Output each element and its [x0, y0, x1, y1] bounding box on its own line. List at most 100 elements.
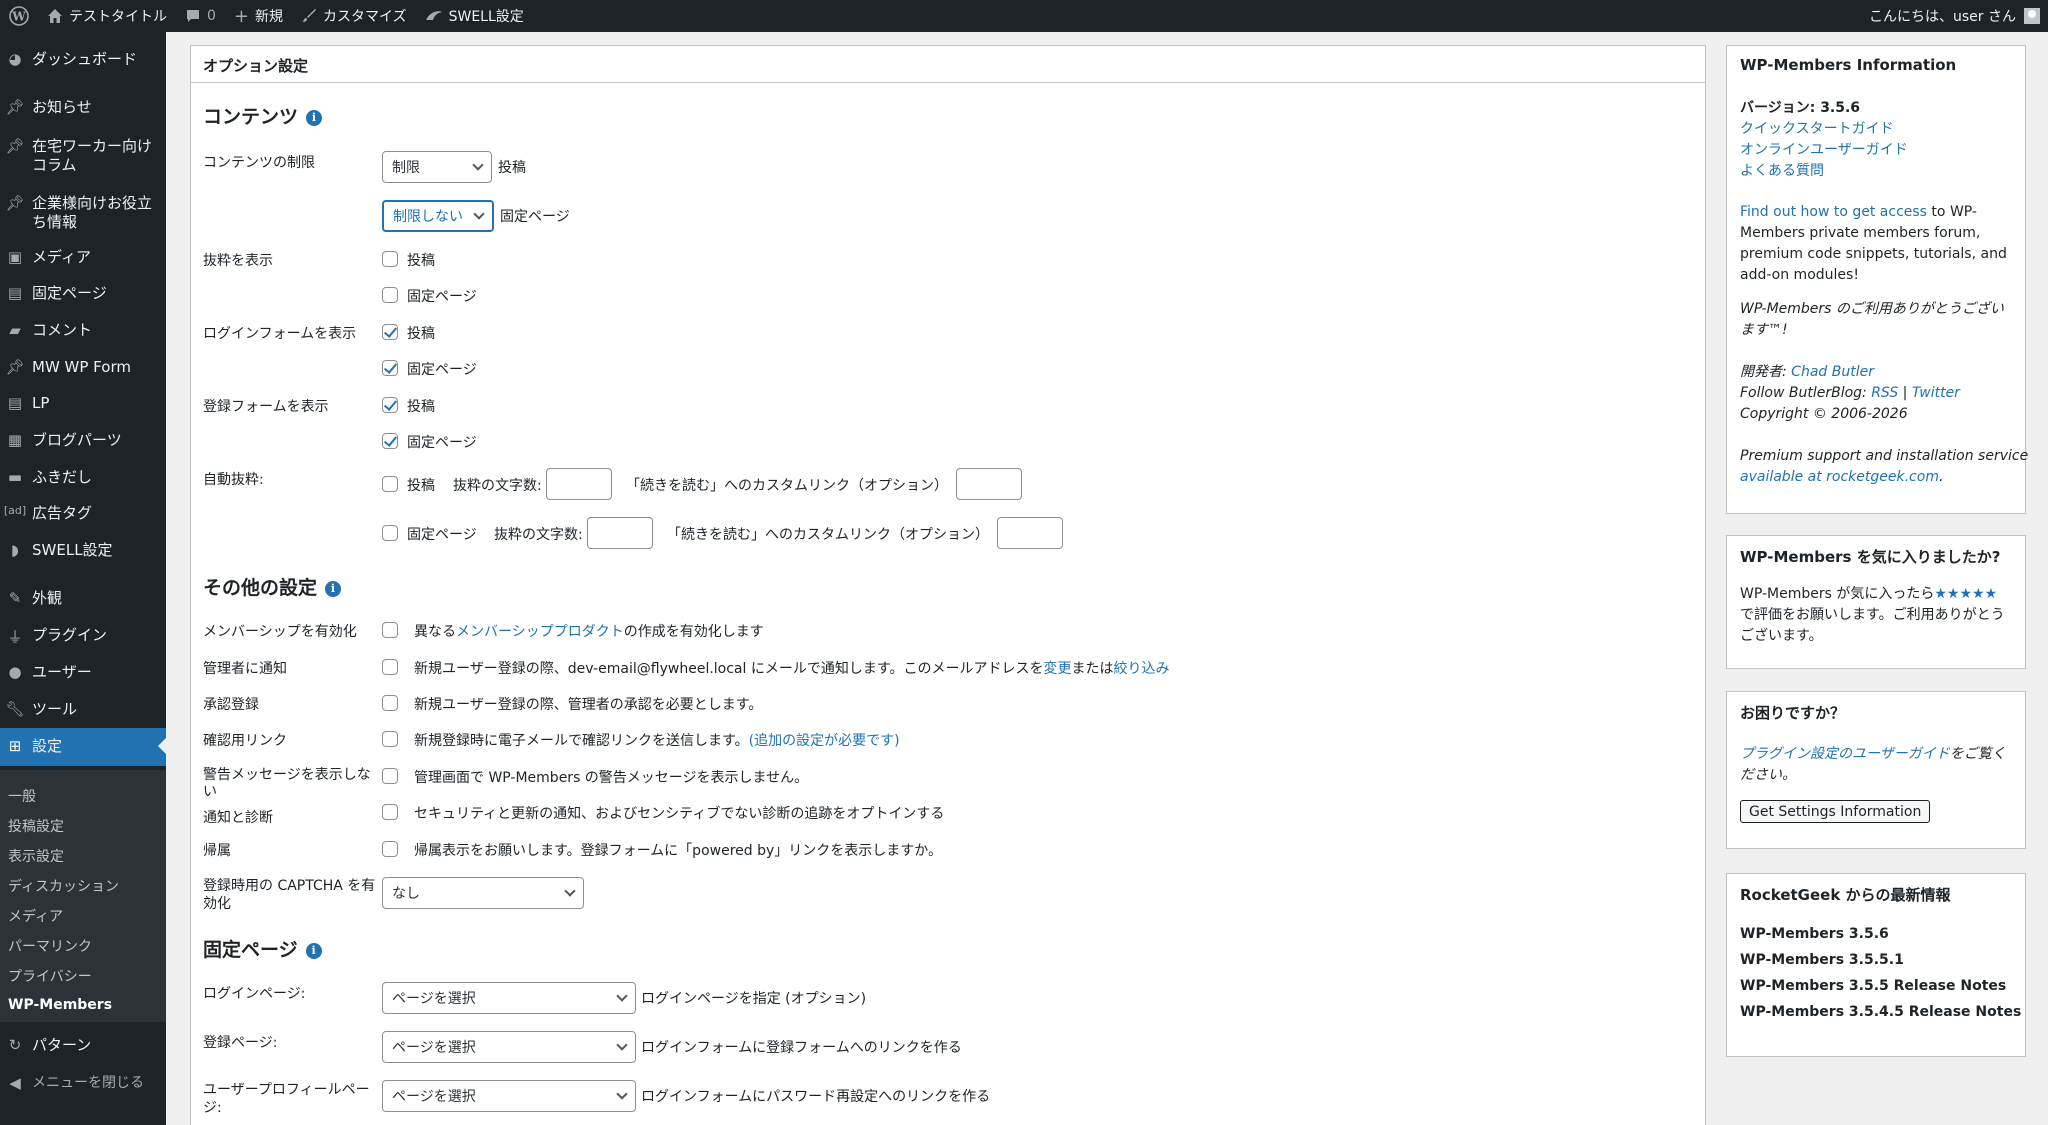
submenu-wp-members[interactable]: WP-Members	[8, 997, 112, 1013]
submenu-media[interactable]: メディア	[8, 906, 63, 926]
get-settings-info-button[interactable]: Get Settings Information	[1740, 800, 1931, 823]
auto-excerpt-posts-checkbox[interactable]	[382, 476, 398, 492]
new-content-link[interactable]: + 新規	[225, 0, 292, 32]
news-item[interactable]: WP-Members 3.5.5.1	[1740, 950, 1904, 971]
news-box-title: RocketGeek からの最新情報	[1740, 886, 1951, 904]
new-label: 新規	[255, 9, 284, 25]
comment-icon	[187, 10, 199, 22]
profile-page-select[interactable]: ページを選択	[382, 1080, 636, 1112]
my-account[interactable]: こんにちは、user さん	[1869, 6, 2048, 26]
divider	[191, 82, 1705, 83]
warning-checkbox[interactable]	[382, 768, 398, 784]
submenu-general[interactable]: 一般	[8, 786, 36, 806]
site-name-link[interactable]: テストタイトル	[38, 0, 176, 32]
menu-lp[interactable]: ▤ LP	[0, 394, 166, 413]
read-more-posts-input[interactable]	[956, 468, 1022, 500]
read-more-pages-input[interactable]	[997, 517, 1063, 549]
excerpt-length-posts-input[interactable]	[546, 468, 612, 500]
menu-mw-wp-form[interactable]: 📌︎ MW WP Form	[0, 358, 166, 377]
other-section-title: その他の設定 i	[203, 573, 342, 600]
admin-menu: ◕ ダッシュボード 📌︎ お知らせ 📌︎ 在宅ワーカー向けコラム 📌︎ 企業様向けお役立…	[0, 32, 166, 1125]
menu-dashboard[interactable]: ◕ ダッシュボード	[0, 50, 166, 69]
news-item[interactable]: WP-Members 3.5.4.5 Release Notes	[1740, 1002, 2021, 1023]
quickstart-link[interactable]: クイックスタートガイド	[1740, 119, 1894, 140]
menu-appearance[interactable]: ✎ 外観	[0, 589, 166, 608]
menu-pages[interactable]: ▤ 固定ページ	[0, 284, 166, 303]
register-pages-checkbox[interactable]	[382, 433, 398, 449]
excerpt-length-pages-input[interactable]	[587, 517, 653, 549]
pin-icon: 📌︎	[5, 137, 25, 155]
twitter-link[interactable]: Twitter	[1912, 385, 1960, 401]
customize-link[interactable]: カスタマイズ	[292, 0, 416, 32]
auto-excerpt-pages-checkbox[interactable]	[382, 525, 398, 541]
menu-patterns[interactable]: ↻ パターン	[0, 1036, 166, 1055]
news-item[interactable]: WP-Members 3.5.6	[1740, 924, 1889, 945]
rocketgeek-link[interactable]: available at rocketgeek.com	[1740, 469, 1939, 485]
comments-link[interactable]: 0	[176, 0, 225, 32]
menu-users[interactable]: ● ユーザー	[0, 663, 166, 682]
excerpt-chars-label: 抜粋の文字数:	[453, 478, 542, 494]
menu-ad-tags[interactable]: [ad] 広告タグ	[0, 504, 166, 523]
notify-admin-checkbox[interactable]	[382, 659, 398, 675]
developer-link[interactable]: Chad Butler	[1791, 364, 1874, 380]
login-page-select[interactable]: ページを選択	[382, 982, 636, 1014]
login-posts-checkbox[interactable]	[382, 324, 398, 340]
menu-corporate[interactable]: 📌︎ 企業様向けお役立ち情報	[0, 194, 166, 232]
login-pages-checkbox[interactable]	[382, 360, 398, 376]
additional-settings-link[interactable]: (追加の設定が必要です)	[749, 733, 900, 749]
membership-checkbox[interactable]	[382, 622, 398, 638]
restrict-posts-select[interactable]: 制限	[382, 151, 492, 183]
menu-news[interactable]: 📌︎ お知らせ	[0, 98, 166, 117]
settings-guide-link[interactable]: プラグイン設定のユーザーガイド	[1740, 746, 1950, 762]
user-guide-link[interactable]: オンラインユーザーガイド	[1740, 140, 1908, 161]
submenu-writing[interactable]: 投稿設定	[8, 816, 64, 836]
collapse-menu-button[interactable]: ◀ メニューを閉じる	[0, 1074, 166, 1093]
rating-stars-link[interactable]: ★★★★★	[1934, 586, 1997, 602]
attribution-checkbox[interactable]	[382, 841, 398, 857]
menu-fukidashi[interactable]: ▬ ふきだし	[0, 468, 166, 487]
swell-settings-link[interactable]: SWELL設定	[416, 0, 533, 32]
page-icon: ▤	[7, 394, 23, 412]
menu-tools[interactable]: 🔧︎ ツール	[0, 700, 166, 719]
membership-products-link[interactable]: メンバーシッププロダクト	[456, 624, 624, 640]
submenu-permalinks[interactable]: パーマリンク	[8, 936, 92, 956]
faq-link[interactable]: よくある質問	[1740, 161, 1824, 182]
register-page-select[interactable]: ページを選択	[382, 1031, 636, 1063]
confirm-link-checkbox[interactable]	[382, 731, 398, 747]
developer-text: 開発者: Chad Butler	[1740, 364, 1874, 380]
menu-settings[interactable]: ⊞ 設定	[0, 728, 166, 766]
info-icon[interactable]: i	[306, 110, 323, 126]
submenu-discussion[interactable]: ディスカッション	[8, 876, 119, 896]
menu-plugins[interactable]: ⏚ プラグイン	[0, 626, 166, 647]
access-text: Find out how to get access to WP- Members…	[1740, 204, 2007, 283]
excerpt-pages-checkbox[interactable]	[382, 287, 398, 303]
filter-email-link[interactable]: 絞り込み	[1113, 661, 1169, 677]
access-link[interactable]: Find out how to get access	[1740, 204, 1927, 220]
register-posts-checkbox[interactable]	[382, 397, 398, 413]
svg-text:W: W	[11, 10, 26, 24]
wordpress-logo-button[interactable]: W	[0, 0, 38, 32]
menu-blog-parts[interactable]: ▦ ブログパーツ	[0, 431, 166, 450]
membership-desc: 異なるメンバーシッププロダクトの作成を有効化します	[414, 624, 764, 640]
diagnostics-checkbox[interactable]	[382, 804, 398, 820]
menu-media[interactable]: ▣ メディア	[0, 248, 166, 267]
submenu-privacy[interactable]: プライバシー	[8, 966, 92, 986]
change-email-link[interactable]: 変更	[1043, 661, 1071, 677]
menu-swell-settings[interactable]: ◗ SWELL設定	[0, 541, 166, 560]
restrict-pages-select[interactable]: 制限しない	[382, 200, 494, 232]
rss-link[interactable]: RSS	[1871, 385, 1898, 401]
info-icon[interactable]: i	[305, 943, 322, 959]
help-box: お困りですか？ プラグイン設定のユーザーガイドをご覧く ださい。 Get Sett…	[1726, 691, 2026, 849]
news-item[interactable]: WP-Members 3.5.5 Release Notes	[1740, 976, 2006, 997]
chevron-down-icon	[616, 989, 628, 1002]
menu-comments[interactable]: ▰ コメント	[0, 321, 166, 340]
info-icon[interactable]: i	[325, 581, 342, 597]
menu-column[interactable]: 📌︎ 在宅ワーカー向けコラム	[0, 137, 166, 175]
register-posts-label: 投稿	[407, 399, 435, 415]
version-text: バージョン: 3.5.6	[1740, 100, 1861, 116]
approval-checkbox[interactable]	[382, 695, 398, 711]
excerpt-posts-checkbox[interactable]	[382, 251, 398, 267]
captcha-select[interactable]: なし	[382, 877, 584, 909]
chevron-down-icon	[473, 207, 485, 220]
submenu-reading[interactable]: 表示設定	[8, 846, 64, 866]
